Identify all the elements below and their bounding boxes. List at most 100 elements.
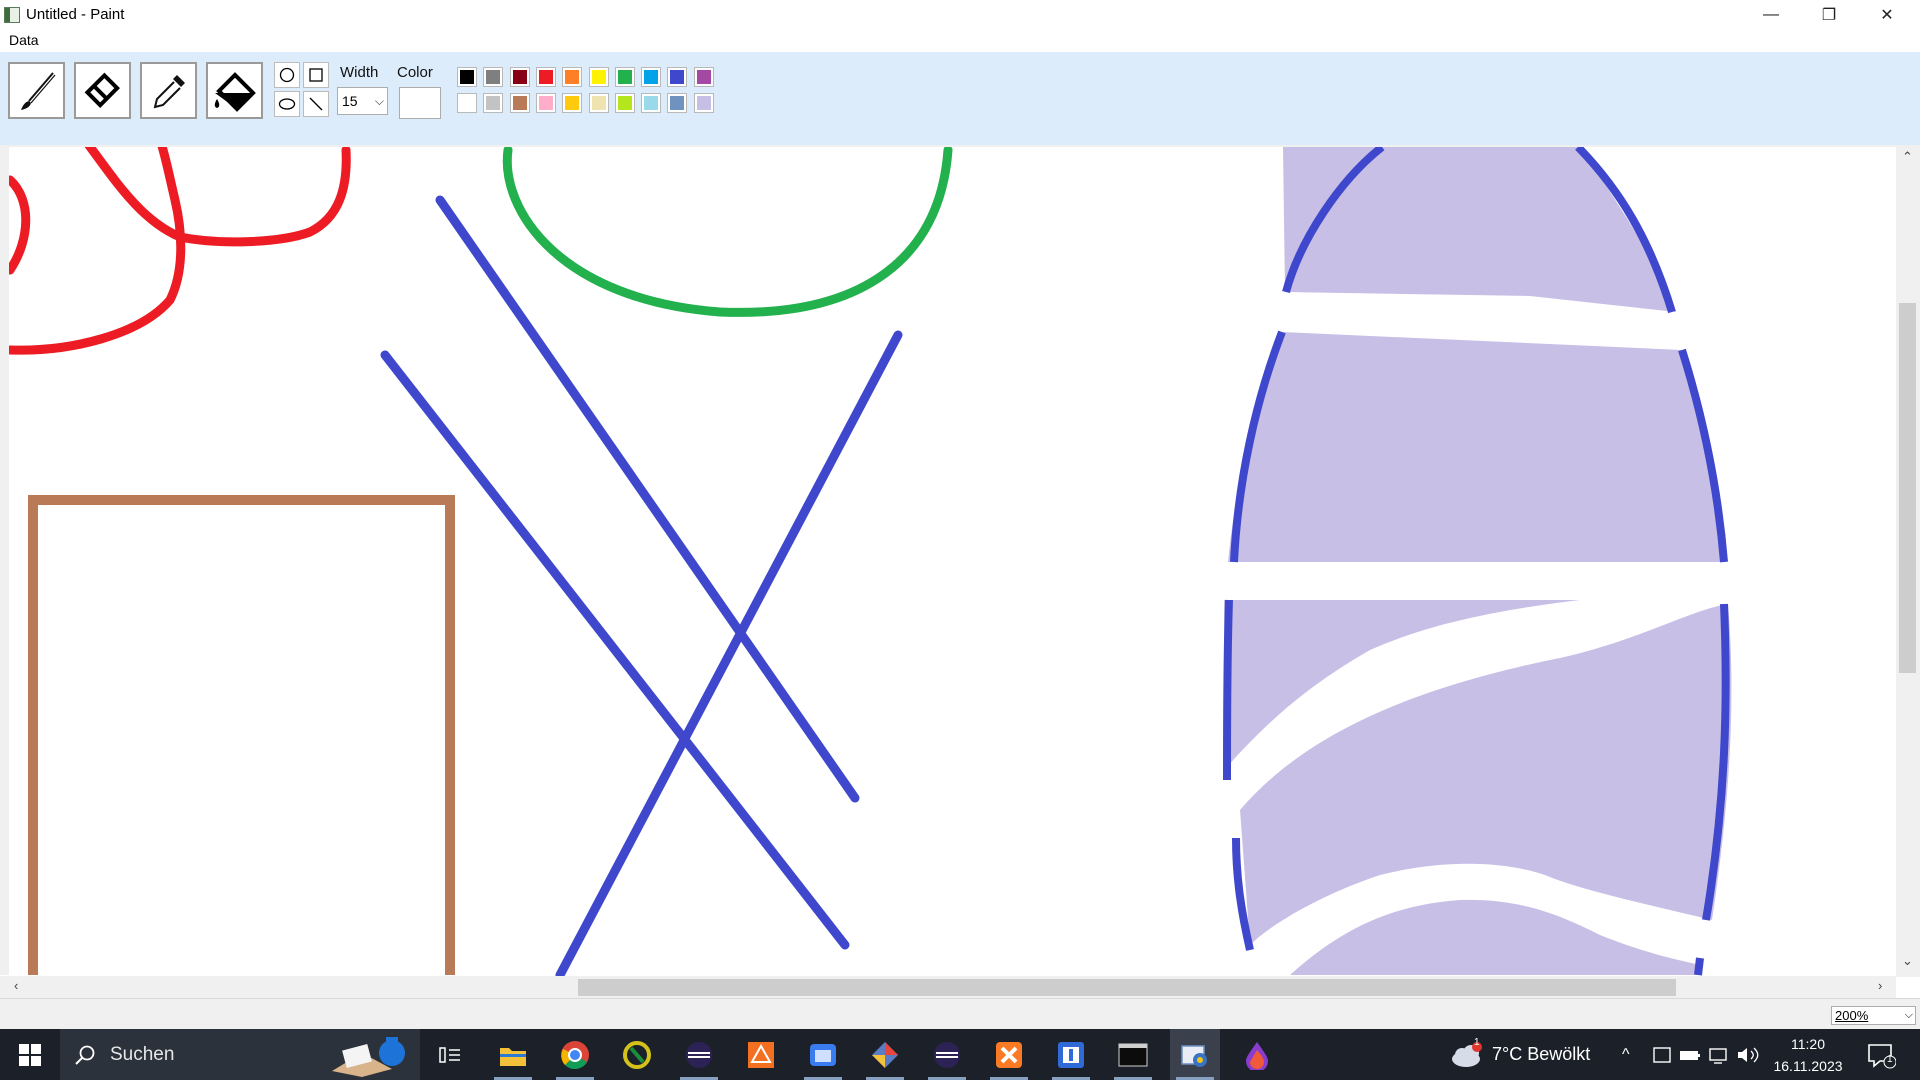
canvas-drawing [9,147,1732,977]
eraser-tool-button[interactable] [74,62,131,119]
ellipse-shape-button[interactable] [274,91,300,117]
palette-color-swatch[interactable] [483,93,504,113]
zoom-value: 200% [1835,1008,1869,1023]
files-icon [810,1043,836,1066]
chevron-up-icon: ^ [1622,1045,1630,1063]
taskbar-app-paint[interactable] [1170,1029,1220,1080]
notification-center-button[interactable]: 1 [1866,1029,1896,1080]
palette-color-swatch[interactable] [535,67,556,87]
windows-icon [19,1043,41,1066]
palette-color-swatch[interactable] [562,67,583,87]
horizontal-scrollbar[interactable]: ‹ › [0,976,1896,998]
palette-color-swatch[interactable] [562,93,583,113]
taskbar-app-chrome[interactable] [550,1029,600,1080]
horizontal-scroll-thumb[interactable] [578,979,1676,996]
search-icon [75,1045,95,1065]
chevron-down-icon: ⌵ [1904,1009,1913,1021]
weather-badge: 1 [1474,1037,1480,1048]
palette-color-swatch[interactable] [457,93,477,113]
scroll-up-icon[interactable]: ⌃ [1902,149,1913,165]
taskbar-app-eclipse[interactable] [674,1029,724,1080]
palette-color-swatch[interactable] [588,67,609,87]
width-dropdown[interactable]: 15 ⌵ [337,87,388,115]
circle-icon [279,67,295,83]
palette-color-swatch[interactable] [667,93,688,113]
blue-lines [380,195,903,977]
palette-color-swatch[interactable] [693,67,714,87]
palette-color-swatch[interactable] [509,67,530,87]
menu-item-data[interactable]: Data [9,32,39,48]
palette-color-swatch[interactable] [614,67,635,87]
line-shape-button[interactable] [303,91,329,117]
app-icon [1058,1041,1084,1068]
palette-color-swatch[interactable] [509,93,530,113]
brush-tool-button[interactable] [8,62,65,119]
eyedropper-icon [153,74,185,108]
fill-bucket-icon [214,71,256,112]
taskbar-app-git[interactable] [860,1029,910,1080]
palette-color-swatch[interactable] [641,93,662,113]
taskbar-clock[interactable]: 11:20 16.11.2023 [1768,1033,1848,1077]
zoom-dropdown[interactable]: 200% ⌵ [1831,1006,1916,1025]
scroll-right-icon[interactable]: › [1878,978,1882,993]
palette-color-swatch[interactable] [641,67,662,87]
close-button[interactable]: ✕ [1858,0,1916,29]
taskbar: Suchen 1 7°C Bewölkt ^ 11:20 16.11.2023 … [0,1029,1920,1080]
chrome-icon [561,1040,589,1069]
paint-icon [1181,1044,1207,1067]
width-label: Width [340,64,379,81]
paint-app-icon [4,6,20,23]
line-icon [309,97,323,111]
palette-color-swatch[interactable] [693,93,714,113]
restore-button[interactable]: ❐ [1800,0,1858,29]
eyedropper-tool-button[interactable] [140,62,197,119]
taskbar-app-3[interactable] [612,1029,662,1080]
weather-widget[interactable]: 1 7°C Bewölkt [1450,1029,1590,1080]
palette-color-swatch[interactable] [457,67,477,87]
tray-icons [1652,1029,1762,1080]
vertical-scrollbar[interactable]: ⌃ ⌄ [1896,145,1920,977]
git-icon [872,1041,898,1068]
app-icon [748,1041,774,1068]
show-hidden-icons-button[interactable]: ^ [1622,1029,1630,1080]
rectangle-shape-button[interactable] [303,62,329,88]
color-label: Color [397,64,433,81]
taskbar-app-10[interactable] [1046,1029,1096,1080]
palette-color-swatch[interactable] [535,93,556,113]
taskbar-app-5[interactable] [736,1029,786,1080]
task-view-button[interactable] [425,1029,475,1080]
fill-tool-button[interactable] [206,62,263,119]
palette-color-swatch[interactable] [614,93,635,113]
clock-time: 11:20 [1791,1036,1825,1052]
brown-rectangle [28,495,455,975]
circle-shape-button[interactable] [274,62,300,88]
taskbar-app-file-explorer[interactable] [488,1029,538,1080]
taskbar-app-xampp[interactable] [984,1029,1034,1080]
menu-bar: Data [0,29,1920,52]
drawing-canvas[interactable] [9,147,1897,977]
ellipse-icon [278,98,296,110]
palette-color-swatch[interactable] [588,93,609,113]
palette-color-swatch[interactable] [483,67,504,87]
search-highlight-icon [332,1037,405,1077]
taskbar-app-terminal[interactable] [1108,1029,1158,1080]
close-icon: ✕ [1880,6,1894,24]
taskbar-search[interactable]: Suchen [60,1029,420,1080]
canvas-frame [0,145,1920,977]
taskbar-app-eclipse-2[interactable] [922,1029,972,1080]
brush-icon [20,71,55,110]
taskbar-app-files[interactable] [798,1029,848,1080]
app-icon [623,1040,651,1069]
tray-status-icons [1653,1046,1759,1064]
scroll-left-icon[interactable]: ‹ [14,978,18,993]
xampp-icon [996,1041,1022,1068]
current-color-swatch[interactable] [399,87,441,119]
minimize-button[interactable]: — [1742,0,1800,29]
taskbar-app-drop[interactable] [1232,1029,1282,1080]
weather-text: 7°C Bewölkt [1492,1044,1591,1064]
start-button[interactable] [0,1029,60,1080]
scroll-down-icon[interactable]: ⌄ [1902,953,1913,969]
palette-color-swatch[interactable] [667,67,688,87]
vertical-scroll-thumb[interactable] [1899,303,1916,673]
clock-date: 16.11.2023 [1773,1058,1843,1074]
